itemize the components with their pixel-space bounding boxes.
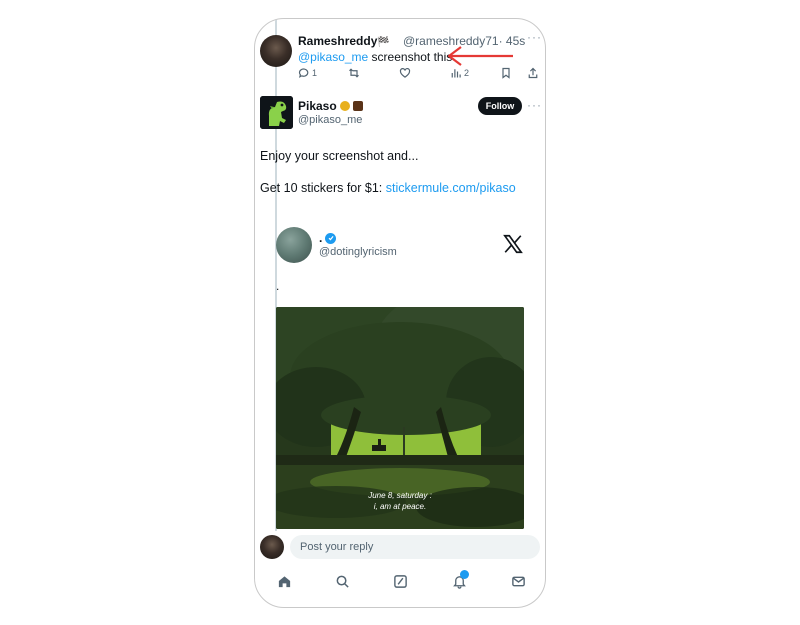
park-photo: June 8, saturday : i, am at peace.: [276, 307, 524, 529]
affiliate-badge-icon: [352, 101, 363, 111]
messages-icon: [511, 576, 525, 586]
retweet-button[interactable]: [348, 67, 360, 79]
share-button[interactable]: [527, 67, 539, 79]
main-tweet-line1: Enjoy your screenshot and...: [260, 149, 419, 163]
checkered-flag-emoji: 🏁: [377, 37, 390, 48]
verified-gold-badge-icon: [339, 101, 350, 111]
search-icon: [336, 575, 349, 588]
tab-search[interactable]: [330, 569, 354, 593]
tab-home[interactable]: [272, 569, 296, 593]
reply-text: @pikaso_me screenshot this: [298, 50, 452, 64]
bottom-tab-bar: [255, 569, 545, 593]
bookmark-button[interactable]: [500, 67, 512, 79]
dinosaur-logo-icon: [260, 96, 293, 129]
reply-button[interactable]: 1: [298, 67, 317, 79]
analytics-icon: [451, 69, 461, 78]
reply-author-name[interactable]: Rameshreddy🏁: [298, 34, 390, 48]
phone-frame: Rameshreddy🏁 @rameshreddy71· 45s ··· @pi…: [254, 18, 546, 608]
notification-badge: [460, 570, 469, 579]
comment-icon: [298, 68, 309, 78]
x-logo-icon: [503, 234, 523, 254]
more-options-icon[interactable]: ···: [527, 30, 542, 44]
reply-input[interactable]: [290, 535, 540, 559]
pikaso-avatar[interactable]: [260, 96, 293, 129]
quoted-tweet-card[interactable]: . @dotinglyricism . June 8, saturday: i…: [276, 219, 526, 539]
tab-compose[interactable]: [388, 569, 412, 593]
tab-notifications[interactable]: [447, 569, 471, 593]
reply-count: 1: [312, 68, 318, 78]
follow-button[interactable]: Follow: [478, 97, 522, 115]
main-author-handle[interactable]: @pikaso_me: [298, 114, 362, 126]
quoted-author-name: .: [319, 231, 337, 245]
avatar[interactable]: [260, 35, 292, 67]
home-icon: [278, 575, 290, 587]
reply-text-body: screenshot this: [368, 50, 453, 64]
views-count: 2: [464, 68, 470, 78]
main-author-name-text: Pikaso: [298, 99, 337, 113]
photo-caption-line2: i, am at peace.: [373, 502, 427, 511]
more-options-icon[interactable]: ···: [527, 98, 542, 112]
main-tweet-line2: Get 10 stickers for $1: stickermule.com/…: [260, 181, 516, 195]
bookmark-icon: [502, 67, 510, 79]
quoted-author-handle: @dotinglyricism: [319, 246, 397, 258]
mention-link[interactable]: @pikaso_me: [298, 50, 368, 64]
share-icon: [528, 67, 538, 79]
heart-icon: [399, 68, 411, 78]
stickermule-link[interactable]: stickermule.com/pikaso: [386, 181, 516, 195]
annotation-arrow-icon: [447, 46, 513, 66]
reply-actions: 1 2: [298, 67, 538, 81]
quoted-tweet-text: .: [276, 279, 280, 293]
verified-badge-icon: [325, 232, 337, 244]
reply-bar: [255, 531, 545, 565]
retweet-icon: [349, 68, 359, 78]
like-button[interactable]: [399, 67, 411, 79]
avatar: [260, 535, 284, 559]
views-button[interactable]: 2: [450, 67, 469, 79]
photo-caption-line1: June 8, saturday :: [368, 491, 432, 500]
main-tweet-line2-prefix: Get 10 stickers for $1:: [260, 181, 386, 195]
quoted-author-name-text: .: [319, 231, 323, 245]
main-author-name[interactable]: Pikaso: [298, 99, 363, 113]
reply-author-name-text: Rameshreddy: [298, 34, 378, 48]
quoted-avatar: [276, 227, 312, 263]
tab-messages[interactable]: [506, 569, 530, 593]
compose-icon: [393, 574, 407, 588]
